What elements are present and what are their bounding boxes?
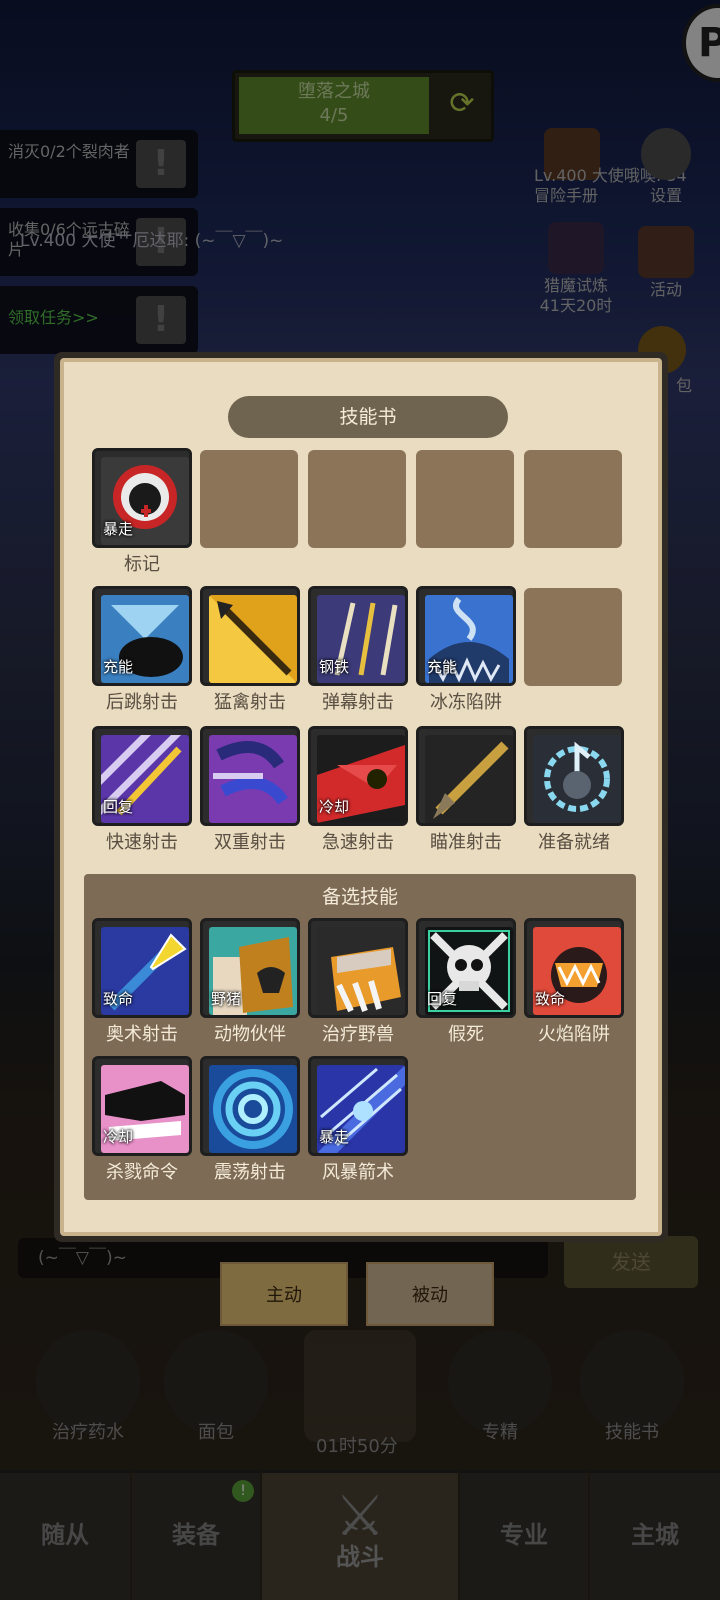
skill-name: 冰冻陷阱 (430, 692, 502, 713)
skill-tag: 钢铁 (319, 658, 350, 676)
skill-frame: 回复 (92, 726, 192, 826)
skill-slot[interactable]: 冷却 急速射击 (308, 726, 408, 853)
skill-slot[interactable]: 野猪 动物伙伴 (200, 918, 300, 1045)
skill-frame: 充能 (92, 586, 192, 686)
skill-tag: 充能 (427, 658, 458, 676)
skill-frame: 回复 (416, 918, 516, 1018)
raptor-shot-icon (209, 595, 297, 683)
empty-skill-slot[interactable] (308, 450, 406, 548)
skill-name: 火焰陷阱 (538, 1024, 610, 1045)
skill-tag: 暴走 (319, 1128, 350, 1146)
skill-tag: 充能 (103, 658, 134, 676)
skill-tag: 致命 (103, 990, 134, 1008)
skill-frame: 冷却 (92, 1056, 192, 1156)
skill-frame (200, 586, 300, 686)
aimed-shot-icon (425, 735, 513, 823)
skill-tag: 冷却 (319, 798, 350, 816)
skill-frame (200, 1056, 300, 1156)
skill-book-panel: 技能书 暴走 标记 充能 后跳射击 猛禽射击 钢铁 弹幕射击 充能 冰冻陷阱 回… (54, 352, 668, 1242)
empty-skill-slot[interactable] (200, 450, 298, 548)
empty-skill-slot[interactable] (416, 450, 514, 548)
skill-name: 准备就绪 (538, 832, 610, 853)
mend-pet-icon (317, 927, 405, 1015)
skill-slot[interactable]: 震荡射击 (200, 1056, 300, 1183)
skill-frame (308, 918, 408, 1018)
skill-book-title: 技能书 (228, 396, 508, 438)
skill-slot[interactable]: 准备就绪 (524, 726, 624, 853)
skill-slot[interactable]: 充能 冰冻陷阱 (416, 586, 516, 713)
skill-slot[interactable]: 暴走 风暴箭术 (308, 1056, 408, 1183)
skill-tag: 野猪 (211, 990, 242, 1008)
skill-slot[interactable]: 充能 后跳射击 (92, 586, 192, 713)
skill-slot[interactable]: 瞄准射击 (416, 726, 516, 853)
skill-frame: 充能 (416, 586, 516, 686)
skill-slot[interactable]: 双重射击 (200, 726, 300, 853)
empty-skill-slot[interactable] (524, 588, 622, 686)
concussive-shot-icon (209, 1065, 297, 1153)
skill-frame (524, 726, 624, 826)
skill-slot[interactable]: 回复 快速射击 (92, 726, 192, 853)
skill-name: 风暴箭术 (322, 1162, 394, 1183)
skill-frame: 暴走 (92, 448, 192, 548)
skill-slot[interactable]: 治疗野兽 (308, 918, 408, 1045)
skill-slot[interactable]: 致命 奥术射击 (92, 918, 192, 1045)
skill-frame (416, 726, 516, 826)
readiness-icon (533, 735, 621, 823)
double-shot-icon (209, 735, 297, 823)
skill-tag: 回复 (427, 990, 458, 1008)
skill-name: 标记 (124, 554, 160, 575)
skill-slot[interactable]: 冷却 杀戮命令 (92, 1056, 192, 1183)
skill-slot[interactable]: 致命 火焰陷阱 (524, 918, 624, 1045)
alternate-skills-box: 备选技能 致命 奥术射击 野猪 动物伙伴 治疗野兽 回复 假死 致命 火焰陷阱 … (84, 874, 636, 1200)
skill-frame (200, 726, 300, 826)
skill-frame: 致命 (92, 918, 192, 1018)
skill-tag: 冷却 (103, 1128, 134, 1146)
skill-tag: 回复 (103, 798, 134, 816)
skill-slot[interactable]: 猛禽射击 (200, 586, 300, 713)
skill-frame: 致命 (524, 918, 624, 1018)
skill-frame: 冷却 (308, 726, 408, 826)
skill-slot[interactable]: 暴走 标记 (92, 448, 192, 575)
skill-slot[interactable]: 钢铁 弹幕射击 (308, 586, 408, 713)
skill-tag: 致命 (535, 990, 566, 1008)
skill-book-body: 技能书 暴走 标记 充能 后跳射击 猛禽射击 钢铁 弹幕射击 充能 冰冻陷阱 回… (60, 358, 662, 1236)
skill-frame: 暴走 (308, 1056, 408, 1156)
skill-tag: 暴走 (103, 520, 134, 538)
skill-slot[interactable]: 回复 假死 (416, 918, 516, 1045)
alternate-skills-title: 备选技能 (321, 886, 398, 908)
empty-skill-slot[interactable] (524, 450, 622, 548)
skill-frame: 钢铁 (308, 586, 408, 686)
skill-frame: 野猪 (200, 918, 300, 1018)
